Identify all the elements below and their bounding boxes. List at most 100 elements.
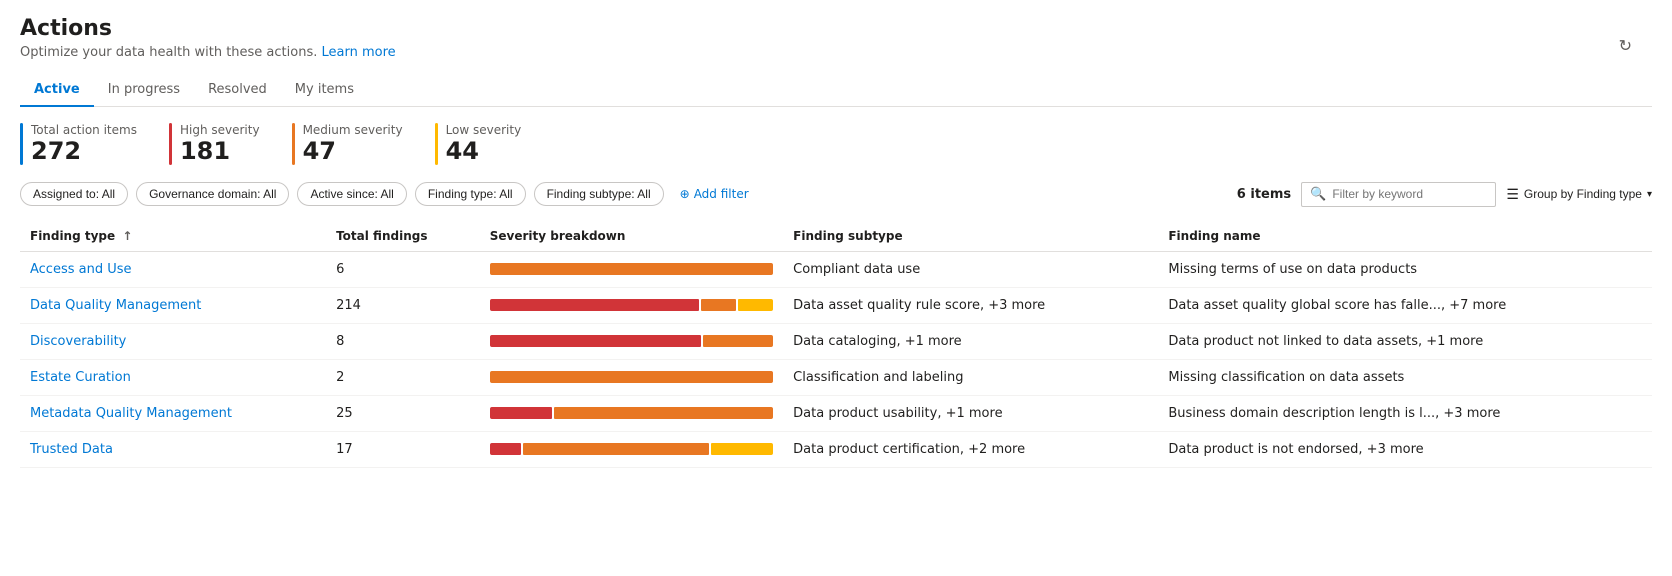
- filter-assigned-to[interactable]: Assigned to: All: [20, 182, 128, 206]
- severity-segment: [711, 443, 773, 455]
- severity-segment: [490, 299, 700, 311]
- stat-high-label: High severity: [180, 123, 260, 137]
- search-box[interactable]: 🔍: [1301, 182, 1496, 207]
- finding-type-link[interactable]: Discoverability: [30, 334, 126, 349]
- finding-name-cell: Data product not linked to data assets, …: [1158, 323, 1652, 359]
- severity-segment: [701, 299, 736, 311]
- severity-bar: [490, 299, 773, 311]
- table-row: Metadata Quality Management 25 Data produc…: [20, 395, 1652, 431]
- finding-subtype-cell: Data product certification, +2 more: [783, 431, 1158, 467]
- stat-low: Low severity 44: [435, 123, 522, 166]
- stat-bar-total: [20, 123, 23, 165]
- col-finding-subtype: Finding subtype: [783, 221, 1158, 252]
- finding-name-cell: Data asset quality global score has fall…: [1158, 287, 1652, 323]
- finding-subtype-cell: Compliant data use: [783, 251, 1158, 287]
- add-filter-button[interactable]: ⊕ Add filter: [672, 183, 757, 205]
- group-by-label: Group by Finding type: [1524, 187, 1642, 201]
- stat-bar-low: [435, 123, 438, 165]
- filter-finding-subtype[interactable]: Finding subtype: All: [534, 182, 664, 206]
- table-row: Trusted Data 17 Data product certification…: [20, 431, 1652, 467]
- tab-active[interactable]: Active: [20, 74, 94, 107]
- finding-type-link[interactable]: Access and Use: [30, 262, 132, 277]
- stat-low-value: 44: [446, 137, 522, 166]
- page-title: Actions: [20, 16, 1652, 41]
- severity-bar: [490, 443, 773, 455]
- severity-segment: [703, 335, 773, 347]
- search-input[interactable]: [1332, 187, 1487, 201]
- severity-bar: [490, 407, 773, 419]
- group-by-button[interactable]: ☰ Group by Finding type ▾: [1506, 186, 1652, 203]
- stat-low-label: Low severity: [446, 123, 522, 137]
- col-finding-type[interactable]: Finding type ↑: [20, 221, 326, 252]
- finding-type-link[interactable]: Trusted Data: [30, 442, 113, 457]
- severity-breakdown-cell: [480, 323, 783, 359]
- add-filter-label: Add filter: [694, 187, 749, 201]
- finding-type-link[interactable]: Estate Curation: [30, 370, 131, 385]
- page-subtitle: Optimize your data health with these act…: [20, 45, 1652, 60]
- severity-segment: [490, 443, 521, 455]
- severity-segment: [490, 407, 553, 419]
- finding-subtype-cell: Classification and labeling: [783, 359, 1158, 395]
- finding-type-link[interactable]: Metadata Quality Management: [30, 406, 232, 421]
- severity-breakdown-cell: [480, 359, 783, 395]
- table-header-row: Finding type ↑ Total findings Severity b…: [20, 221, 1652, 252]
- total-findings-cell: 8: [326, 323, 480, 359]
- severity-segment: [738, 299, 773, 311]
- stat-medium-label: Medium severity: [303, 123, 403, 137]
- filter-finding-type[interactable]: Finding type: All: [415, 182, 526, 206]
- severity-segment: [554, 407, 773, 419]
- stats-section: Total action items 272 High severity 181…: [20, 123, 1652, 166]
- refresh-icon[interactable]: ↻: [1619, 36, 1632, 55]
- filters-bar: Assigned to: All Governance domain: All …: [20, 182, 1652, 207]
- severity-bar: [490, 371, 773, 383]
- filter-active-since[interactable]: Active since: All: [297, 182, 406, 206]
- add-filter-icon: ⊕: [680, 187, 690, 201]
- group-by-icon: ☰: [1506, 186, 1519, 203]
- severity-breakdown-cell: [480, 431, 783, 467]
- finding-name-cell: Missing terms of use on data products: [1158, 251, 1652, 287]
- total-findings-cell: 6: [326, 251, 480, 287]
- stat-bar-high: [169, 123, 172, 165]
- tabs-container: Active In progress Resolved My items: [20, 74, 1652, 107]
- severity-breakdown-cell: [480, 251, 783, 287]
- stat-high-value: 181: [180, 137, 260, 166]
- filter-governance-domain[interactable]: Governance domain: All: [136, 182, 289, 206]
- finding-type-link[interactable]: Data Quality Management: [30, 298, 201, 313]
- table-row: Estate Curation2Classification and label…: [20, 359, 1652, 395]
- table-row: Access and Use 6 Compliant data useMissing…: [20, 251, 1652, 287]
- stat-total-value: 272: [31, 137, 137, 166]
- total-findings-cell: 17: [326, 431, 480, 467]
- severity-bar: [490, 263, 773, 275]
- finding-name-cell: Data product is not endorsed, +3 more: [1158, 431, 1652, 467]
- stat-medium-value: 47: [303, 137, 403, 166]
- total-findings-cell: 25: [326, 395, 480, 431]
- severity-breakdown-cell: [480, 287, 783, 323]
- stat-total-label: Total action items: [31, 123, 137, 137]
- severity-segment: [490, 371, 773, 383]
- learn-more-link[interactable]: Learn more: [322, 45, 396, 60]
- stat-medium: Medium severity 47: [292, 123, 403, 166]
- findings-table: Finding type ↑ Total findings Severity b…: [20, 221, 1652, 468]
- table-row: Data Quality Management 214 Data asset qua…: [20, 287, 1652, 323]
- severity-segment: [523, 443, 709, 455]
- search-icon: 🔍: [1310, 187, 1326, 202]
- col-severity-breakdown: Severity breakdown: [480, 221, 783, 252]
- table-row: Discoverability 8 Data cataloging, +1 more…: [20, 323, 1652, 359]
- tab-in-progress[interactable]: In progress: [94, 74, 194, 107]
- col-finding-name: Finding name: [1158, 221, 1652, 252]
- finding-subtype-cell: Data cataloging, +1 more: [783, 323, 1158, 359]
- sort-icon-finding-type: ↑: [122, 229, 132, 243]
- items-count: 6 items: [1237, 187, 1291, 202]
- tab-my-items[interactable]: My items: [281, 74, 368, 107]
- finding-name-cell: Missing classification on data assets: [1158, 359, 1652, 395]
- finding-name-cell: Business domain description length is l.…: [1158, 395, 1652, 431]
- severity-segment: [490, 335, 701, 347]
- finding-subtype-cell: Data product usability, +1 more: [783, 395, 1158, 431]
- stat-high: High severity 181: [169, 123, 260, 166]
- severity-segment: [490, 263, 773, 275]
- tab-resolved[interactable]: Resolved: [194, 74, 281, 107]
- stat-bar-medium: [292, 123, 295, 165]
- severity-bar: [490, 335, 773, 347]
- total-findings-cell: 214: [326, 287, 480, 323]
- col-total-findings: Total findings: [326, 221, 480, 252]
